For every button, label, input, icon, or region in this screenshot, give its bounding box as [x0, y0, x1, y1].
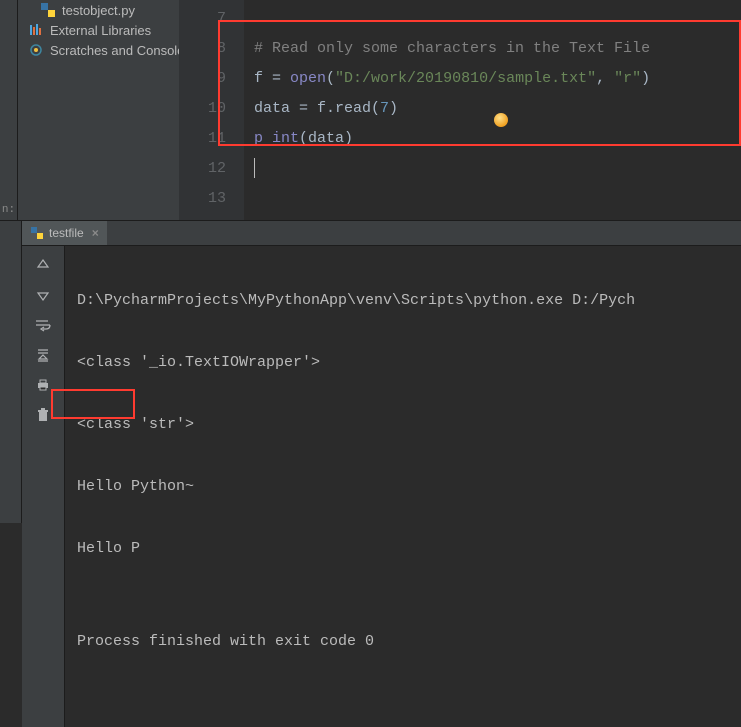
tree-label: External Libraries: [50, 23, 151, 38]
console-output[interactable]: D:\PycharmProjects\MyPythonApp\venv\Scri…: [65, 246, 741, 727]
close-icon[interactable]: ×: [92, 226, 99, 240]
console-line: Process finished with exit code 0: [77, 626, 729, 657]
console-line: <class '_io.TextIOWrapper'>: [77, 347, 729, 378]
text-cursor: [254, 158, 255, 178]
run-tab[interactable]: testfile ×: [22, 221, 107, 245]
tab-label: testfile: [49, 226, 84, 240]
scratches-icon: [28, 42, 44, 58]
console-line: Hello Python~: [77, 471, 729, 502]
project-tree[interactable]: testobject.py External Libraries Scratch…: [18, 0, 179, 220]
tree-label: testobject.py: [62, 3, 135, 18]
libraries-icon: [28, 22, 44, 38]
up-arrow-icon[interactable]: [34, 256, 52, 274]
tree-item-scratch[interactable]: Scratches and Consoles: [18, 40, 179, 60]
scroll-to-end-icon[interactable]: [34, 346, 52, 364]
tool-side-strip: [0, 221, 22, 523]
python-file-icon: [30, 226, 44, 240]
left-tool-strip: n:: [0, 0, 18, 220]
run-tool-window: testfile ×: [0, 221, 741, 523]
console-line: D:\PycharmProjects\MyPythonApp\venv\Scri…: [77, 285, 729, 316]
code-comment: # Read only some characters in the Text …: [254, 40, 650, 57]
down-arrow-icon[interactable]: [34, 286, 52, 304]
line-number-gutter: 7 8 9 10 11 12 13: [179, 0, 244, 220]
code-editor[interactable]: # Read only some characters in the Text …: [244, 0, 741, 220]
intention-bulb-icon[interactable]: [494, 113, 508, 127]
trash-icon[interactable]: [34, 406, 52, 424]
print-icon[interactable]: [34, 376, 52, 394]
console-line: <class 'str'>: [77, 409, 729, 440]
python-file-icon: [40, 2, 56, 18]
console-line: Hello P: [77, 533, 729, 564]
tree-item-libs[interactable]: External Libraries: [18, 20, 179, 40]
soft-wrap-icon[interactable]: [34, 316, 52, 334]
tree-item-file[interactable]: testobject.py: [18, 0, 179, 20]
tool-tabs: testfile ×: [22, 221, 741, 246]
run-toolbar: [22, 246, 65, 727]
tree-label: Scratches and Consoles: [50, 43, 179, 58]
